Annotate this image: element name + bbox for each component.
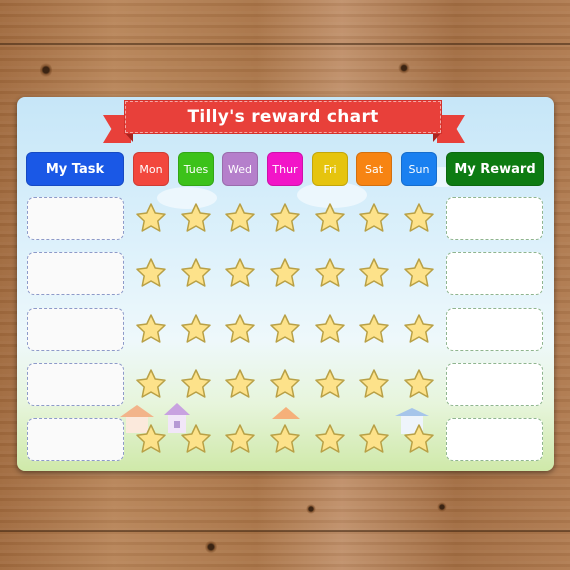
star-icon[interactable]	[358, 313, 390, 345]
day-label: Tues	[183, 162, 209, 176]
day-header-sat: Sat	[356, 152, 392, 186]
reward-entry-box[interactable]	[446, 418, 543, 461]
star-icon[interactable]	[314, 313, 346, 345]
star-icon[interactable]	[403, 423, 435, 455]
day-header-sun: Sun	[401, 152, 437, 186]
day-header-tues: Tues	[178, 152, 214, 186]
star-icon[interactable]	[358, 423, 390, 455]
task-entry-box[interactable]	[27, 363, 124, 406]
star-icon[interactable]	[314, 368, 346, 400]
star-icon[interactable]	[224, 423, 256, 455]
wood-knot	[40, 62, 52, 78]
star-icon[interactable]	[269, 423, 301, 455]
star-icon[interactable]	[224, 313, 256, 345]
star-icon[interactable]	[135, 423, 167, 455]
day-label: Sun	[408, 162, 430, 176]
star-icon[interactable]	[224, 257, 256, 289]
day-header-fri: Fri	[312, 152, 348, 186]
star-icon[interactable]	[358, 202, 390, 234]
star-icon[interactable]	[269, 368, 301, 400]
chart-title: Tilly's reward chart	[187, 107, 379, 127]
star-icon[interactable]	[314, 257, 346, 289]
star-icon[interactable]	[358, 257, 390, 289]
my-reward-label: My Reward	[454, 161, 536, 177]
star-icon[interactable]	[403, 202, 435, 234]
my-task-header: My Task	[26, 152, 124, 186]
task-entry-box[interactable]	[27, 308, 124, 351]
wood-knot	[437, 502, 447, 512]
day-header-thur: Thur	[267, 152, 303, 186]
star-icon[interactable]	[135, 202, 167, 234]
star-icon[interactable]	[358, 368, 390, 400]
star-icon[interactable]	[180, 257, 212, 289]
task-entry-box[interactable]	[27, 197, 124, 240]
star-icon[interactable]	[314, 202, 346, 234]
task-entry-box[interactable]	[27, 252, 124, 295]
day-label: Thur	[272, 162, 298, 176]
star-icon[interactable]	[224, 202, 256, 234]
wood-knot	[306, 504, 316, 514]
day-label: Mon	[139, 162, 163, 176]
star-icon[interactable]	[269, 313, 301, 345]
task-entry-box[interactable]	[27, 418, 124, 461]
day-label: Sat	[364, 162, 384, 176]
wood-knot	[398, 62, 410, 74]
day-header-mon: Mon	[133, 152, 169, 186]
title-banner: Tilly's reward chart	[124, 100, 442, 134]
star-icon[interactable]	[180, 313, 212, 345]
star-icon[interactable]	[135, 368, 167, 400]
reward-entry-box[interactable]	[446, 363, 543, 406]
star-icon[interactable]	[403, 368, 435, 400]
star-icon[interactable]	[269, 257, 301, 289]
star-icon[interactable]	[269, 202, 301, 234]
star-icon[interactable]	[180, 368, 212, 400]
star-icon[interactable]	[135, 313, 167, 345]
star-icon[interactable]	[180, 423, 212, 455]
reward-entry-box[interactable]	[446, 197, 543, 240]
reward-entry-box[interactable]	[446, 252, 543, 295]
reward-entry-box[interactable]	[446, 308, 543, 351]
star-icon[interactable]	[180, 202, 212, 234]
day-header-wed: Wed	[222, 152, 258, 186]
star-icon[interactable]	[403, 313, 435, 345]
star-icon[interactable]	[403, 257, 435, 289]
day-label: Wed	[228, 162, 252, 176]
my-reward-header: My Reward	[446, 152, 544, 186]
day-label: Fri	[323, 162, 337, 176]
star-icon[interactable]	[224, 368, 256, 400]
wood-knot	[205, 540, 217, 554]
star-icon[interactable]	[135, 257, 167, 289]
star-icon[interactable]	[314, 423, 346, 455]
my-task-label: My Task	[45, 161, 105, 177]
